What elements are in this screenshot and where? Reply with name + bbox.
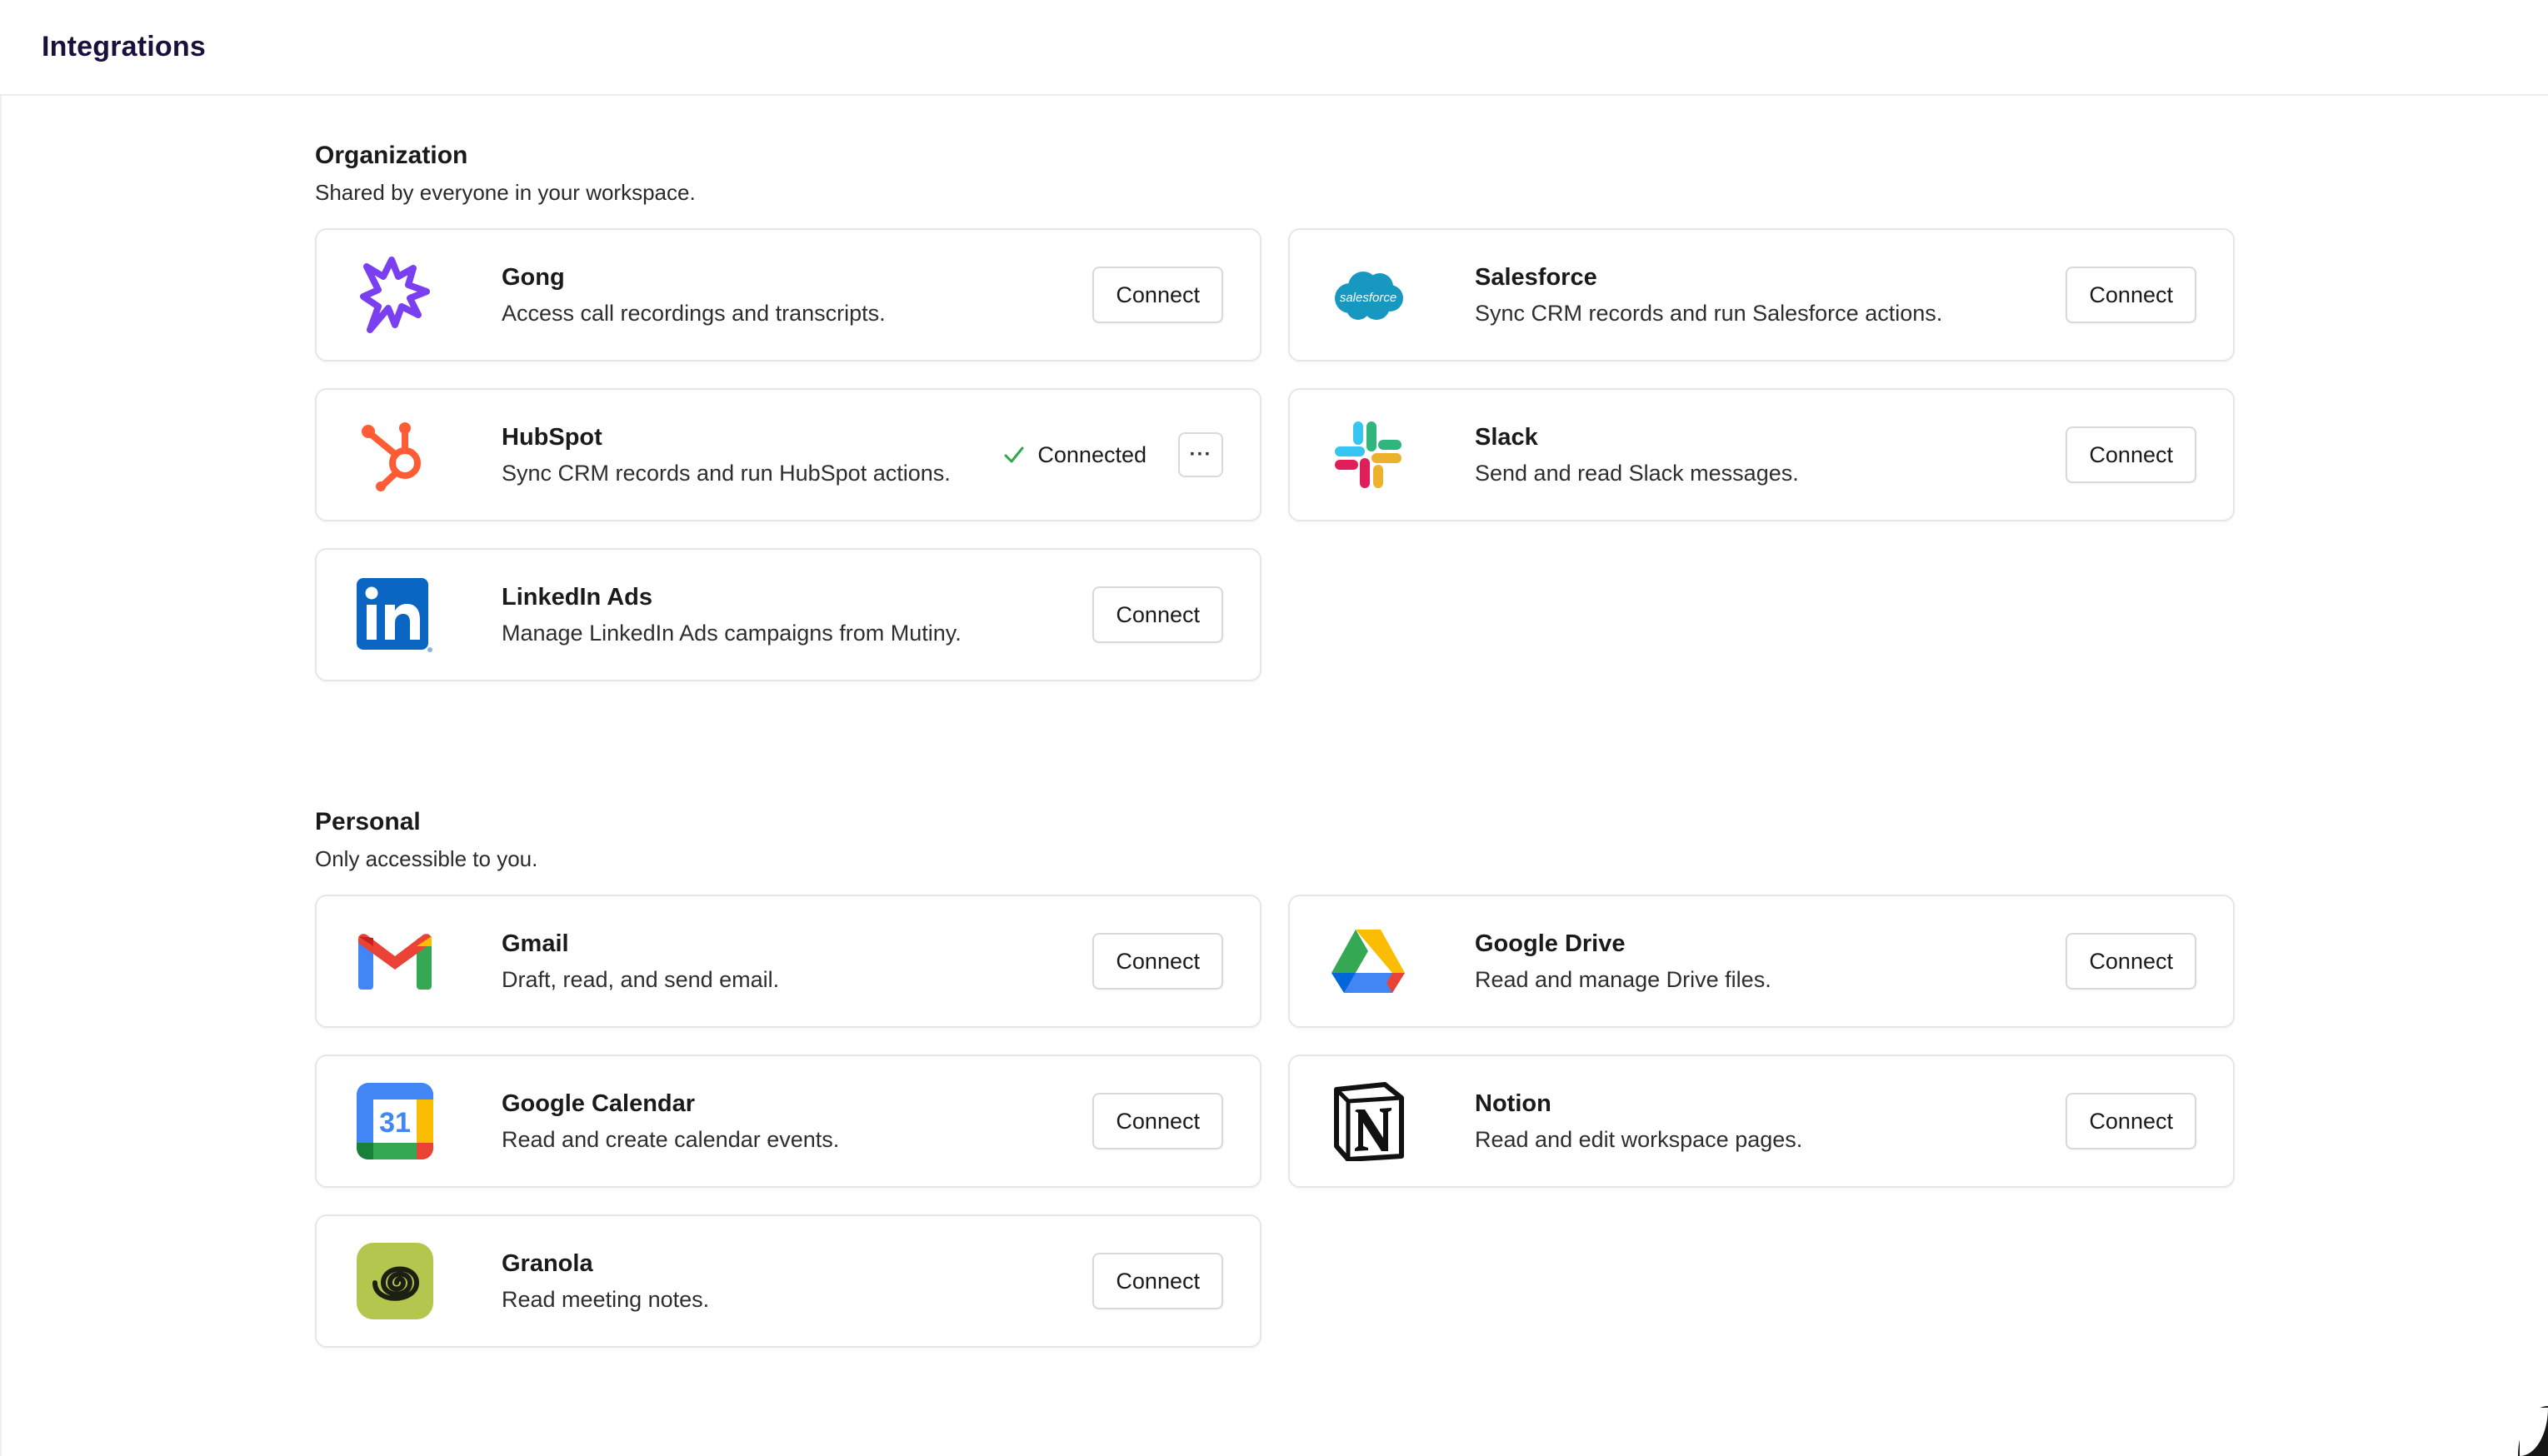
google-calendar-icon: 31	[355, 1081, 435, 1161]
calendar-date-text: 31	[379, 1107, 411, 1139]
integration-card-hubspot: HubSpot Sync CRM records and run HubSpot…	[315, 388, 1262, 521]
connect-button-google-drive[interactable]: Connect	[2066, 933, 2196, 990]
integration-name: Google Calendar	[502, 1090, 696, 1117]
integration-name: Granola	[502, 1250, 593, 1277]
sidebar-divider	[0, 96, 2, 1456]
integration-card-gmail: Gmail Draft, read, and send email. Conne…	[315, 895, 1262, 1028]
integration-card-notion: Notion Read and edit workspace pages. Co…	[1288, 1055, 2235, 1188]
integration-card-gong: Gong Access call recordings and transcri…	[315, 228, 1262, 362]
integration-description: Send and read Slack messages.	[1475, 461, 1799, 486]
connect-button-granola[interactable]: Connect	[1092, 1253, 1223, 1309]
integration-name: Slack	[1475, 424, 1538, 451]
integration-description: Read meeting notes.	[502, 1287, 710, 1312]
organization-section: Organization Shared by everyone in your …	[315, 140, 2236, 681]
connect-button-linkedin-ads[interactable]: Connect	[1092, 586, 1223, 643]
integration-description: Manage LinkedIn Ads campaigns from Mutin…	[502, 621, 962, 646]
integration-card-google-calendar: 31 Google Calendar Read and create calen…	[315, 1055, 1262, 1188]
salesforce-icon: salesforce	[1328, 255, 1408, 335]
integration-name: Notion	[1475, 1090, 1551, 1117]
slack-icon	[1328, 415, 1408, 495]
integration-card-slack: Slack Send and read Slack messages. Conn…	[1288, 388, 2235, 521]
organization-subtitle: Shared by everyone in your workspace.	[315, 180, 696, 205]
organization-title: Organization	[315, 142, 468, 169]
check-icon	[1004, 446, 1024, 463]
gong-icon	[355, 255, 435, 335]
connect-button-google-calendar[interactable]: Connect	[1092, 1093, 1223, 1149]
page-header: Integrations	[0, 0, 2548, 96]
personal-subtitle: Only accessible to you.	[315, 846, 538, 871]
integration-description: Read and edit workspace pages.	[1475, 1127, 1803, 1152]
connected-status: Connected	[1002, 442, 1147, 468]
linkedin-icon	[355, 575, 435, 655]
hubspot-icon	[355, 415, 435, 495]
integration-description: Draft, read, and send email.	[502, 967, 780, 992]
personal-grid: Gmail Draft, read, and send email. Conne…	[315, 895, 2236, 1348]
google-drive-icon	[1328, 921, 1408, 1001]
window-corner	[2518, 1406, 2548, 1456]
personal-section: Personal Only accessible to you. Gmail D…	[315, 806, 2236, 1348]
integration-name: Gmail	[502, 930, 569, 957]
salesforce-logo-text: salesforce	[1340, 291, 1396, 305]
organization-grid: Gong Access call recordings and transcri…	[315, 228, 2236, 681]
integration-card-linkedin: LinkedIn Ads Manage LinkedIn Ads campaig…	[315, 548, 1262, 681]
connect-button-notion[interactable]: Connect	[2066, 1093, 2196, 1149]
granola-icon	[355, 1241, 435, 1321]
integration-card-salesforce: salesforce Salesforce Sync CRM records a…	[1288, 228, 2235, 362]
page-title: Integrations	[42, 31, 206, 62]
integration-name: HubSpot	[502, 424, 602, 451]
integration-description: Read and manage Drive files.	[1475, 967, 1771, 992]
integration-card-granola: Granola Read meeting notes. Connect	[315, 1214, 1262, 1348]
integration-card-google-drive: Google Drive Read and manage Drive files…	[1288, 895, 2235, 1028]
integration-name: Gong	[502, 264, 565, 291]
integration-description: Access call recordings and transcripts.	[502, 301, 886, 326]
gmail-icon	[355, 921, 435, 1001]
personal-title: Personal	[315, 808, 421, 835]
connect-button-gong[interactable]: Connect	[1092, 267, 1223, 323]
integration-name: LinkedIn Ads	[502, 584, 652, 611]
integration-description: Read and create calendar events.	[502, 1127, 840, 1152]
integration-name: Google Drive	[1475, 930, 1626, 957]
integration-description: Sync CRM records and run HubSpot actions…	[502, 461, 951, 486]
notion-icon	[1328, 1081, 1408, 1161]
connect-button-gmail[interactable]: Connect	[1092, 933, 1223, 990]
more-options-button[interactable]: ···	[1178, 432, 1223, 477]
connect-button-salesforce[interactable]: Connect	[2066, 267, 2196, 323]
integration-name: Salesforce	[1475, 264, 1597, 291]
connect-button-slack[interactable]: Connect	[2066, 426, 2196, 483]
connected-label: Connected	[1037, 441, 1147, 467]
integration-description: Sync CRM records and run Salesforce acti…	[1475, 301, 1943, 326]
